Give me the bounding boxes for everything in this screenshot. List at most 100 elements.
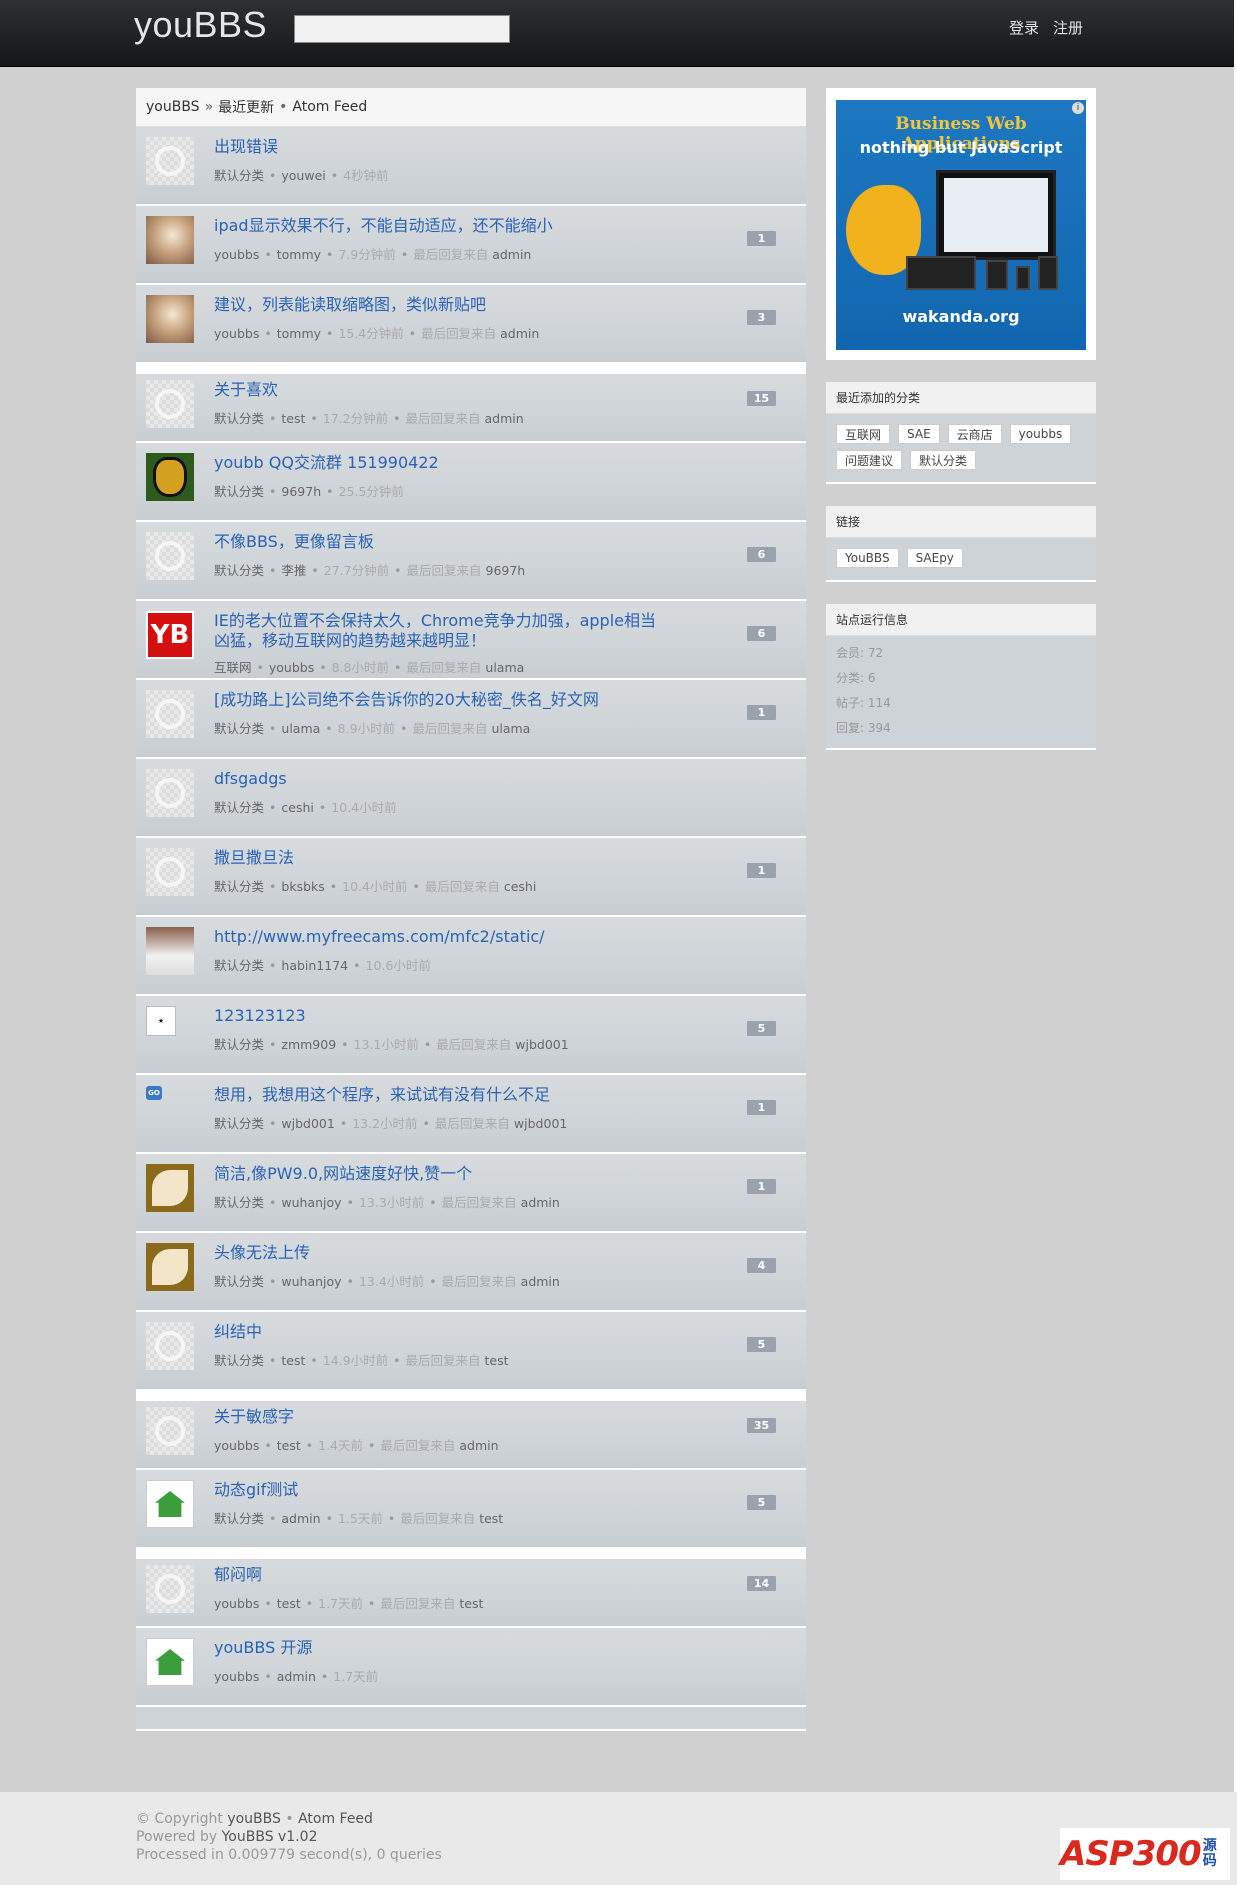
ad-banner[interactable]: i Business Web Applications nothing but … (836, 100, 1086, 350)
topic-category-link[interactable]: 默认分类 (214, 1353, 264, 1368)
user-avatar[interactable] (146, 216, 194, 264)
topic-category-link[interactable]: 默认分类 (214, 1037, 264, 1052)
topic-author-link[interactable]: test (281, 411, 305, 426)
topic-category-link[interactable]: youbbs (214, 1596, 259, 1611)
category-chip[interactable]: SAE (898, 424, 940, 444)
topic-title-link[interactable]: 关于敏感字 (214, 1407, 669, 1427)
user-avatar[interactable] (146, 927, 194, 975)
topic-author-link[interactable]: test (277, 1438, 301, 1453)
user-avatar[interactable] (146, 1638, 194, 1686)
footer-atom-feed-link[interactable]: Atom Feed (298, 1811, 373, 1827)
reply-count-badge[interactable]: 35 (747, 1418, 776, 1433)
category-chip[interactable]: 云商店 (947, 424, 1002, 444)
user-avatar[interactable] (146, 532, 194, 580)
last-reply-user-link[interactable]: wjbd001 (514, 1116, 567, 1131)
last-reply-user-link[interactable]: ceshi (504, 879, 536, 894)
topic-author-link[interactable]: ulama (281, 721, 320, 736)
category-chip[interactable]: youbbs (1009, 424, 1072, 444)
topic-category-link[interactable]: 默认分类 (214, 1511, 264, 1526)
topic-category-link[interactable]: 默认分类 (214, 1116, 264, 1131)
topic-title-link[interactable]: 出现错误 (214, 137, 669, 157)
last-reply-user-link[interactable]: admin (521, 1195, 560, 1210)
user-avatar[interactable] (146, 380, 194, 428)
user-avatar[interactable] (146, 1243, 194, 1291)
user-avatar[interactable] (146, 137, 194, 185)
topic-title-link[interactable]: 建议，列表能读取缩略图，类似新贴吧 (214, 295, 669, 315)
topic-category-link[interactable]: youbbs (214, 326, 259, 341)
reply-count-badge[interactable]: 6 (747, 547, 776, 562)
topic-category-link[interactable]: 默认分类 (214, 1195, 264, 1210)
ad-info-icon[interactable]: i (1072, 102, 1084, 114)
atom-feed-link[interactable]: Atom Feed (292, 99, 367, 115)
site-logo[interactable]: youBBS (134, 4, 267, 46)
user-avatar[interactable]: GO (146, 1086, 162, 1100)
copyright-link[interactable]: youBBS (227, 1811, 281, 1827)
last-reply-user-link[interactable]: admin (459, 1438, 498, 1453)
topic-author-link[interactable]: admin (281, 1511, 320, 1526)
topic-title-link[interactable]: 不像BBS，更像留言板 (214, 532, 669, 552)
topic-author-link[interactable]: wuhanjoy (281, 1274, 341, 1289)
link-chip[interactable]: SAEpy (906, 548, 963, 568)
user-avatar[interactable] (146, 1322, 194, 1370)
user-avatar[interactable] (146, 453, 194, 501)
link-chip[interactable]: YouBBS (836, 548, 899, 568)
register-link[interactable]: 注册 (1053, 17, 1083, 38)
topic-author-link[interactable]: zmm909 (281, 1037, 336, 1052)
topic-category-link[interactable]: 默认分类 (214, 563, 264, 578)
topic-title-link[interactable]: 纠结中 (214, 1322, 669, 1342)
topic-category-link[interactable]: 默认分类 (214, 879, 264, 894)
last-reply-user-link[interactable]: test (479, 1511, 503, 1526)
breadcrumb-home[interactable]: youBBS (146, 99, 200, 115)
topic-author-link[interactable]: wjbd001 (281, 1116, 334, 1131)
topic-author-link[interactable]: youwei (281, 168, 325, 183)
last-reply-user-link[interactable]: test (459, 1596, 483, 1611)
user-avatar[interactable] (146, 690, 194, 738)
topic-title-link[interactable]: [成功路上]公司绝不会告诉你的20大秘密_佚名_好文网 (214, 690, 669, 710)
topic-title-link[interactable]: IE的老大位置不会保持太久，Chrome竞争力加强，apple相当凶猛，移动互联… (214, 611, 669, 651)
user-avatar[interactable] (146, 769, 194, 817)
topic-author-link[interactable]: bksbks (281, 879, 324, 894)
topic-category-link[interactable]: 默认分类 (214, 721, 264, 736)
reply-count-badge[interactable]: 1 (747, 1179, 776, 1194)
reply-count-badge[interactable]: 3 (747, 310, 776, 325)
topic-title-link[interactable]: 动态gif测试 (214, 1480, 669, 1500)
topic-category-link[interactable]: 互联网 (214, 660, 252, 675)
topic-title-link[interactable]: 头像无法上传 (214, 1243, 669, 1263)
topic-author-link[interactable]: test (281, 1353, 305, 1368)
topic-title-link[interactable]: dfsgadgs (214, 769, 669, 789)
login-link[interactable]: 登录 (1009, 17, 1039, 38)
topic-title-link[interactable]: http://www.myfreecams.com/mfc2/static/ (214, 927, 669, 947)
powered-link[interactable]: YouBBS v1.02 (222, 1829, 318, 1845)
reply-count-badge[interactable]: 1 (747, 231, 776, 246)
search-input[interactable] (294, 15, 510, 43)
reply-count-badge[interactable]: 14 (747, 1576, 776, 1591)
topic-title-link[interactable]: 想用，我想用这个程序，来试试有没有什么不足 (214, 1085, 669, 1105)
reply-count-badge[interactable]: 5 (747, 1337, 776, 1352)
user-avatar[interactable] (146, 1407, 194, 1455)
topic-title-link[interactable]: 郁闷啊 (214, 1565, 669, 1585)
topic-category-link[interactable]: youbbs (214, 1438, 259, 1453)
topic-category-link[interactable]: 默认分类 (214, 484, 264, 499)
last-reply-user-link[interactable]: admin (492, 247, 531, 262)
reply-count-badge[interactable]: 1 (747, 705, 776, 720)
last-reply-user-link[interactable]: admin (500, 326, 539, 341)
topic-author-link[interactable]: tommy (277, 247, 321, 262)
last-reply-user-link[interactable]: test (485, 1353, 509, 1368)
topic-title-link[interactable]: 撒旦撒旦法 (214, 848, 669, 868)
topic-title-link[interactable]: youBBS 开源 (214, 1638, 669, 1658)
last-reply-user-link[interactable]: wjbd001 (515, 1037, 568, 1052)
user-avatar[interactable] (146, 1565, 194, 1613)
category-chip[interactable]: 互联网 (836, 424, 891, 444)
reply-count-badge[interactable]: 1 (747, 863, 776, 878)
user-avatar[interactable] (146, 848, 194, 896)
reply-count-badge[interactable]: 6 (747, 626, 776, 641)
topic-author-link[interactable]: ceshi (281, 800, 313, 815)
user-avatar[interactable]: ★ (146, 1006, 176, 1036)
topic-title-link[interactable]: 123123123 (214, 1006, 669, 1026)
asp300-logo[interactable]: ASP300 源码 (1060, 1828, 1230, 1880)
topic-author-link[interactable]: youbbs (269, 660, 314, 675)
last-reply-user-link[interactable]: admin (521, 1274, 560, 1289)
reply-count-badge[interactable]: 15 (747, 391, 776, 406)
topic-category-link[interactable]: 默认分类 (214, 411, 264, 426)
user-avatar[interactable] (146, 1480, 194, 1528)
